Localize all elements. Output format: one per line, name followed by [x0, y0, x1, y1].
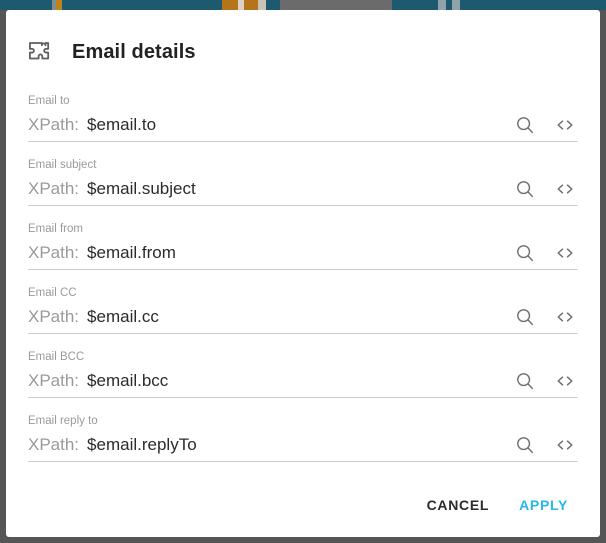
xpath-value[interactable]: XPath: $email.from [28, 243, 502, 263]
search-icon-button[interactable] [512, 432, 538, 458]
xpath-prefix-label: XPath: [28, 178, 80, 198]
xpath-expression: $email.cc [87, 306, 159, 326]
code-editor-button[interactable] [552, 368, 578, 394]
search-icon [517, 308, 534, 325]
code-editor-button[interactable] [552, 432, 578, 458]
email-fields-list: Email to XPath: $email.to Email subject … [6, 72, 600, 478]
puzzle-piece-icon [29, 42, 50, 60]
field-email-to: Email to XPath: $email.to [28, 94, 578, 158]
code-editor-button[interactable] [552, 304, 578, 330]
code-brackets-icon [557, 375, 573, 386]
search-icon-button[interactable] [512, 112, 538, 138]
code-brackets-icon [557, 439, 573, 450]
app-strip-segment [266, 0, 280, 10]
xpath-prefix-label: XPath: [28, 434, 80, 454]
xpath-value[interactable]: XPath: $email.cc [28, 307, 502, 327]
xpath-prefix-label: XPath: [28, 114, 80, 134]
xpath-value[interactable]: XPath: $email.bcc [28, 371, 502, 391]
code-brackets-icon [557, 311, 573, 322]
xpath-expression: $email.bcc [87, 370, 169, 390]
app-strip-segment [392, 0, 438, 10]
field-actions [502, 112, 578, 138]
app-strip-segment [62, 0, 222, 10]
xpath-value[interactable]: XPath: $email.subject [28, 179, 502, 199]
app-strip-segment [452, 0, 460, 10]
dialog-footer: CANCEL APPLY [6, 473, 600, 537]
search-icon [517, 372, 534, 389]
xpath-prefix-label: XPath: [28, 306, 80, 326]
code-brackets-icon [557, 183, 573, 194]
field-input-row[interactable]: XPath: $email.to [28, 108, 578, 142]
field-actions [502, 368, 578, 394]
underlying-app-strip [0, 0, 606, 10]
dialog-title: Email details [72, 40, 196, 63]
xpath-prefix-label: XPath: [28, 242, 80, 262]
code-brackets-icon [557, 247, 573, 258]
xpath-value[interactable]: XPath: $email.to [28, 115, 502, 135]
xpath-expression: $email.replyTo [87, 434, 197, 454]
dialog-header: Email details [6, 10, 600, 72]
field-email-bcc: Email BCC XPath: $email.bcc [28, 350, 578, 414]
field-input-row[interactable]: XPath: $email.replyTo [28, 428, 578, 462]
search-icon [517, 180, 534, 197]
app-strip-segment [258, 0, 266, 10]
field-input-row[interactable]: XPath: $email.from [28, 236, 578, 270]
code-brackets-icon [557, 119, 573, 130]
app-strip-segment [280, 0, 392, 10]
search-icon-button[interactable] [512, 240, 538, 266]
field-input-row[interactable]: XPath: $email.bcc [28, 364, 578, 398]
search-icon-button[interactable] [512, 368, 538, 394]
field-input-row[interactable]: XPath: $email.cc [28, 300, 578, 334]
xpath-value[interactable]: XPath: $email.replyTo [28, 435, 502, 455]
xpath-prefix-label: XPath: [28, 370, 80, 390]
search-icon-button[interactable] [512, 176, 538, 202]
search-icon [517, 436, 534, 453]
field-label: Email reply to [28, 415, 98, 427]
search-icon [517, 116, 534, 133]
apply-button[interactable]: APPLY [509, 489, 578, 521]
field-label: Email from [28, 223, 83, 235]
xpath-expression: $email.subject [87, 178, 196, 198]
search-icon-button[interactable] [512, 304, 538, 330]
code-editor-button[interactable] [552, 112, 578, 138]
field-input-row[interactable]: XPath: $email.subject [28, 172, 578, 206]
field-label: Email to [28, 95, 70, 107]
app-strip-segment [460, 0, 606, 10]
field-email-cc: Email CC XPath: $email.cc [28, 286, 578, 350]
xpath-expression: $email.from [87, 242, 176, 262]
field-email-from: Email from XPath: $email.from [28, 222, 578, 286]
field-actions [502, 432, 578, 458]
field-email-reply-to: Email reply to XPath: $email.replyTo [28, 414, 578, 478]
field-email-subject: Email subject XPath: $email.subject [28, 158, 578, 222]
field-actions [502, 240, 578, 266]
cancel-button[interactable]: CANCEL [417, 489, 500, 521]
app-strip-segment [438, 0, 446, 10]
app-strip-segment [222, 0, 238, 10]
field-label: Email BCC [28, 351, 85, 363]
field-label: Email subject [28, 159, 97, 171]
email-details-dialog: Email details Email to XPath: $email.to [6, 10, 600, 537]
field-actions [502, 304, 578, 330]
app-strip-segment [244, 0, 258, 10]
code-editor-button[interactable] [552, 176, 578, 202]
xpath-expression: $email.to [87, 114, 157, 134]
field-label: Email CC [28, 287, 77, 299]
code-editor-button[interactable] [552, 240, 578, 266]
search-icon [517, 244, 534, 261]
app-strip-segment [0, 0, 52, 10]
field-actions [502, 176, 578, 202]
